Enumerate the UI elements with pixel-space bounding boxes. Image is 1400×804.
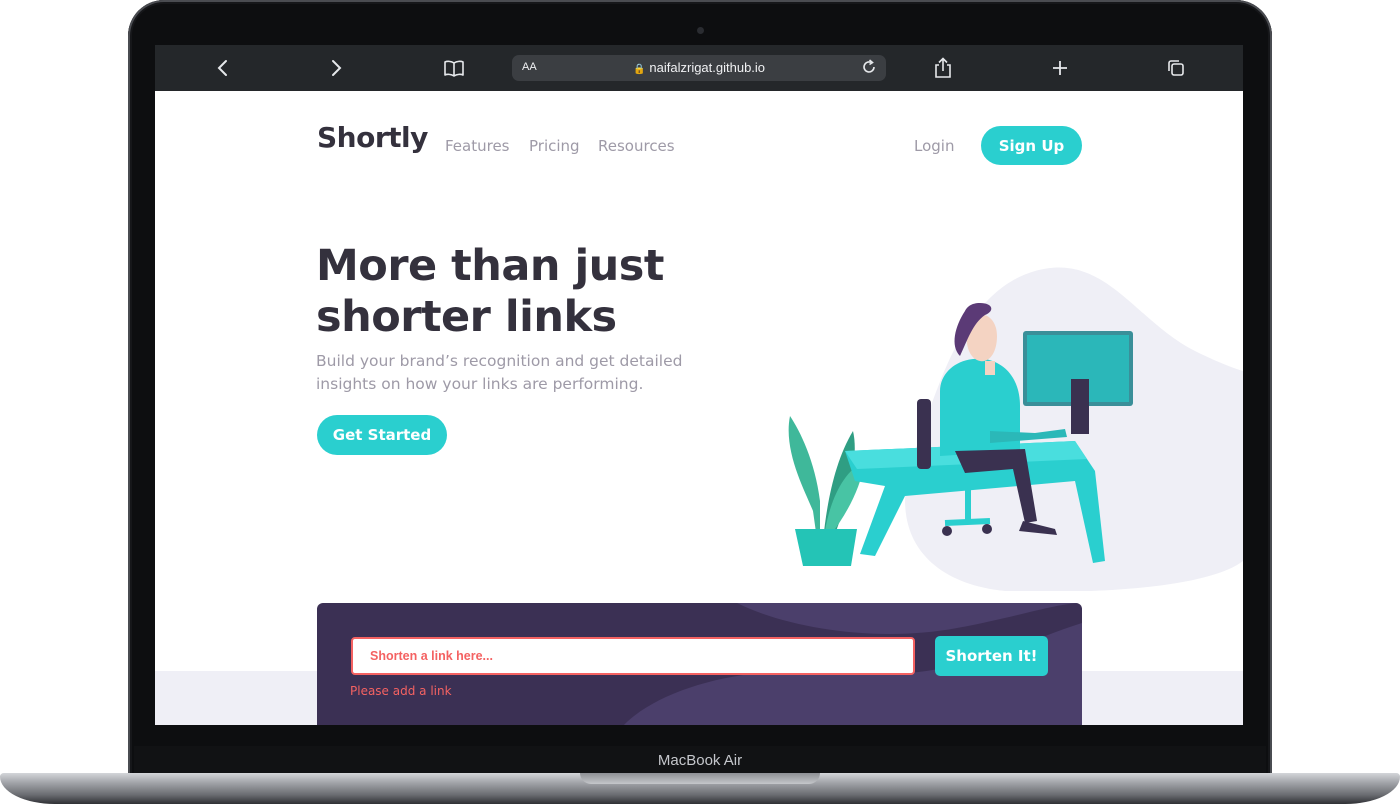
url-text: naifalzrigat.github.io [649,60,766,75]
hero-title: More than just shorter links [316,241,664,342]
hero-subtitle: Build your brand’s recognition and get d… [316,352,683,393]
chevron-left-icon[interactable] [210,56,234,80]
share-icon[interactable] [931,56,955,80]
screen: AA 🔒 naifalzrigat.github.io Shortly Featu… [155,45,1243,725]
logo[interactable]: Shortly [317,121,428,154]
lock-icon: 🔒 [632,64,646,75]
tabs-icon[interactable] [1164,56,1188,80]
book-icon[interactable] [442,56,466,80]
nav-link-pricing[interactable]: Pricing [529,137,580,155]
shorten-it-button[interactable]: Shorten It! [935,636,1048,676]
reload-icon[interactable] [860,58,878,76]
plus-icon[interactable] [1048,56,1072,80]
signup-button[interactable]: Sign Up [981,126,1082,165]
web-page: Shortly Features Pricing Resources Login… [155,91,1243,725]
login-link[interactable]: Login [914,137,954,155]
get-started-button[interactable]: Get Started [317,415,447,455]
shorten-link-input[interactable]: Shorten a link here... [351,637,915,675]
laptop-chin: MacBook Air [134,746,1266,776]
camera-icon [697,27,704,34]
error-message: Please add a link [350,684,452,698]
nav-link-resources[interactable]: Resources [598,137,675,155]
shorten-form: Shorten a link here... Shorten It! Pleas… [317,603,1082,725]
address-bar[interactable]: AA 🔒 naifalzrigat.github.io [512,55,886,81]
nav-link-features[interactable]: Features [445,137,510,155]
chevron-right-icon[interactable] [325,56,349,80]
working-person-illustration [788,267,1243,591]
device-label: MacBook Air [657,752,743,769]
laptop-notch [580,773,820,784]
browser-toolbar: AA 🔒 naifalzrigat.github.io [155,45,1243,91]
